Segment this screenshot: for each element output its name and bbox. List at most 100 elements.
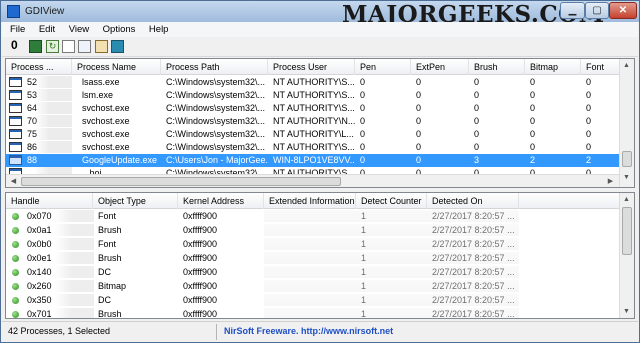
process-row[interactable]: 52 lsass.exe C:\Windows\system32\... NT AUT… bbox=[6, 76, 634, 89]
menu-edit[interactable]: Edit bbox=[31, 22, 55, 37]
col-process-name[interactable]: Process Name bbox=[72, 59, 161, 75]
process-row[interactable]: 70 svchost.exe C:\Windows\system32\... NT A… bbox=[6, 115, 634, 128]
col-font[interactable]: Font bbox=[581, 59, 621, 75]
scroll-up-arrow[interactable]: ▲ bbox=[620, 60, 633, 71]
menu-help[interactable]: Help bbox=[141, 22, 169, 37]
redacted-region bbox=[264, 308, 519, 318]
scroll-down-arrow[interactable]: ▼ bbox=[620, 306, 633, 317]
process-name-cell: GoogleUpdate.exe bbox=[82, 155, 158, 165]
col-detected-on[interactable]: Detected On bbox=[427, 193, 519, 209]
process-user-cell: NT AUTHORITY\L... bbox=[273, 129, 354, 139]
handle-row[interactable]: 0x070 Font 0xffff900 1 2/27/2017 8:20:57 ... bbox=[6, 210, 634, 223]
col-extpen[interactable]: ExtPen bbox=[411, 59, 469, 75]
process-path-cell: C:\Users\Jon - MajorGee... bbox=[166, 155, 268, 165]
bitmap-cell: 0 bbox=[530, 90, 536, 100]
brush-cell: 3 bbox=[474, 155, 480, 165]
menu-options[interactable]: Options bbox=[95, 22, 136, 37]
green-bullet-icon bbox=[12, 241, 19, 248]
handle-row[interactable]: 0x260 Bitmap 0xffff900 1 2/27/2017 8:20:57 .… bbox=[6, 280, 634, 293]
pen-cell: 0 bbox=[360, 90, 366, 100]
scroll-thumb[interactable] bbox=[622, 207, 632, 255]
pen-cell: 0 bbox=[360, 155, 366, 165]
scroll-up-arrow[interactable]: ▲ bbox=[620, 194, 633, 205]
copy-icon[interactable] bbox=[62, 40, 75, 53]
process-row[interactable]: 53 lsm.exe C:\Windows\system32\... NT AUTHO… bbox=[6, 89, 634, 102]
col-extended-information[interactable]: Extended Information bbox=[264, 193, 356, 209]
col-pen[interactable]: Pen bbox=[355, 59, 411, 75]
process-list-hscrollbar[interactable]: ◀ ▶ bbox=[6, 174, 619, 187]
redacted-region bbox=[54, 224, 94, 236]
process-name-cell: svchost.exe bbox=[82, 116, 130, 126]
kernel-address-cell: 0xffff900 bbox=[183, 281, 218, 291]
handle-row[interactable]: 0x350 DC 0xffff900 1 2/27/2017 8:20:57 ... bbox=[6, 294, 634, 307]
menu-view[interactable]: View bbox=[61, 22, 89, 37]
window-title: GDIView bbox=[25, 6, 65, 17]
redacted-region bbox=[34, 76, 72, 88]
redacted-region bbox=[54, 280, 94, 292]
process-path-cell: C:\Windows\system32\... bbox=[166, 129, 266, 139]
process-row[interactable]: 75 svchost.exe C:\Windows\system32\... NT A… bbox=[6, 128, 634, 141]
process-name-cell: lsm.exe bbox=[82, 90, 114, 100]
handle-row[interactable]: 0x0e1 Brush 0xffff900 1 2/27/2017 8:20:57 ..… bbox=[6, 252, 634, 265]
nirsoft-link[interactable]: NirSoft Freeware. http://www.nirsoft.net bbox=[224, 326, 393, 336]
extpen-cell: 0 bbox=[416, 77, 422, 87]
redacted-region bbox=[54, 252, 94, 264]
kernel-address-cell: 0xffff900 bbox=[183, 239, 218, 249]
minimize-button[interactable]: ▁ bbox=[560, 2, 585, 19]
maximize-button[interactable]: ▢ bbox=[585, 2, 609, 19]
col-object-type[interactable]: Object Type bbox=[93, 193, 178, 209]
col-bitmap[interactable]: Bitmap bbox=[525, 59, 581, 75]
object-type-cell: Brush bbox=[98, 225, 122, 235]
scroll-thumb[interactable] bbox=[622, 151, 632, 167]
col-process-path[interactable]: Process Path bbox=[161, 59, 268, 75]
close-button[interactable]: ✕ bbox=[609, 2, 637, 19]
col-detect-counter[interactable]: Detect Counter bbox=[356, 193, 427, 209]
col-kernel-address[interactable]: Kernel Address bbox=[178, 193, 264, 209]
exit-icon[interactable] bbox=[111, 40, 124, 53]
redacted-region bbox=[34, 115, 72, 127]
save-icon[interactable] bbox=[29, 40, 42, 53]
handle-row[interactable]: 0x701 Brush 0xffff900 1 2/27/2017 8:20:57 ..… bbox=[6, 308, 634, 318]
process-list-vscrollbar[interactable]: ▲ ▼ bbox=[619, 59, 634, 187]
title-bar[interactable]: GDIView MAJORGEEKS.COM ▁ ▢ ✕ bbox=[1, 1, 639, 28]
font-cell: 0 bbox=[586, 77, 592, 87]
process-name-cell: svchost.exe bbox=[82, 129, 130, 139]
kernel-address-cell: 0xffff900 bbox=[183, 211, 218, 221]
col-process-id[interactable]: Process ... bbox=[6, 59, 72, 75]
process-user-cell: NT AUTHORITY\S... bbox=[273, 90, 355, 100]
bitmap-cell: 0 bbox=[530, 142, 536, 152]
process-window-icon bbox=[9, 129, 22, 139]
scroll-down-arrow[interactable]: ▼ bbox=[620, 172, 633, 183]
handle-list-vscrollbar[interactable]: ▲ ▼ bbox=[619, 193, 634, 318]
redacted-region bbox=[264, 224, 519, 236]
process-row[interactable]: 88 GoogleUpdate.exe C:\Users\Jon - MajorGe… bbox=[6, 154, 634, 167]
refresh-icon[interactable]: ↻ bbox=[46, 40, 59, 53]
html-report-icon[interactable] bbox=[78, 40, 91, 53]
extpen-cell: 0 bbox=[416, 155, 422, 165]
scroll-thumb[interactable] bbox=[21, 177, 341, 186]
object-type-cell: DC bbox=[98, 295, 111, 305]
process-row[interactable]: 86 svchost.exe C:\Windows\system32\... NT A… bbox=[6, 141, 634, 154]
col-brush[interactable]: Brush bbox=[469, 59, 525, 75]
handle-row[interactable]: 0x0b0 Font 0xffff900 1 2/27/2017 8:20:57 ... bbox=[6, 238, 634, 251]
handle-row[interactable]: 0x140 DC 0xffff900 1 2/27/2017 8:20:57 ... bbox=[6, 266, 634, 279]
col-process-user[interactable]: Process User bbox=[268, 59, 355, 75]
scroll-right-arrow[interactable]: ▶ bbox=[604, 176, 617, 187]
zero-counters-button[interactable]: 0 bbox=[11, 38, 18, 52]
process-list[interactable]: Process ... Process Name Process Path Pr… bbox=[5, 58, 635, 188]
font-cell: 0 bbox=[586, 116, 592, 126]
process-row[interactable]: 64 svchost.exe C:\Windows\system32\... NT A… bbox=[6, 102, 634, 115]
font-cell: 2 bbox=[586, 155, 592, 165]
handle-list[interactable]: Handle Object Type Kernel Address Extend… bbox=[5, 192, 635, 319]
process-name-cell: svchost.exe bbox=[82, 103, 130, 113]
handle-row[interactable]: 0x0a1 Brush 0xffff900 1 2/27/2017 8:20:57 ..… bbox=[6, 224, 634, 237]
properties-icon[interactable] bbox=[95, 40, 108, 53]
toolbar: 0 ↻ bbox=[2, 37, 638, 57]
process-window-icon bbox=[9, 77, 22, 87]
brush-cell: 0 bbox=[474, 142, 480, 152]
green-bullet-icon bbox=[12, 311, 19, 318]
redacted-region bbox=[34, 102, 72, 114]
scroll-left-arrow[interactable]: ◀ bbox=[7, 176, 20, 187]
col-handle[interactable]: Handle bbox=[6, 193, 93, 209]
menu-file[interactable]: File bbox=[2, 22, 25, 37]
